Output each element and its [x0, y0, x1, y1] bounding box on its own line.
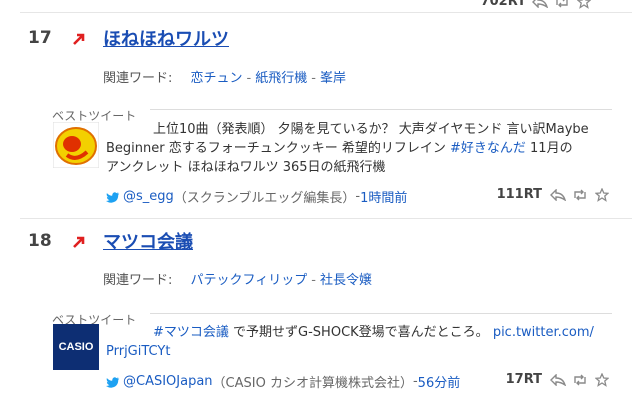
- retweet-count: 702RT: [480, 0, 526, 9]
- divider: [150, 313, 612, 314]
- hashtag-link[interactable]: #好きなんだ: [450, 141, 526, 156]
- tweet-text: アンクレット ほねほねワルツ 365日の紙飛行機: [106, 160, 386, 175]
- tweet-actions: 17RT: [506, 372, 610, 387]
- trend-title-link[interactable]: マツコ会議: [103, 228, 193, 254]
- reply-icon[interactable]: [550, 188, 566, 202]
- divider: [20, 218, 632, 219]
- casio-logo: CASIO: [58, 341, 94, 353]
- keyword-link[interactable]: 恋チュン: [191, 71, 243, 86]
- tweet-actions: 111RT: [497, 187, 610, 202]
- keyword-link[interactable]: 峯岸: [320, 71, 346, 86]
- rank-number: 18: [28, 231, 52, 251]
- favorite-icon[interactable]: [594, 372, 610, 387]
- reply-icon[interactable]: [550, 373, 566, 387]
- timestamp-link[interactable]: 1時間前: [360, 187, 407, 206]
- tweet-text: 上位10曲（発表順） 夕陽を見ているか？ 大声ダイヤモンド 言い訳Maybe: [153, 122, 589, 137]
- twitter-bird-icon: [106, 191, 120, 203]
- favorite-icon[interactable]: [576, 0, 592, 9]
- related-words: 関連ワード: パテックフィリップ - 社長令嬢: [103, 273, 372, 288]
- retweet-icon[interactable]: [554, 0, 570, 9]
- favorite-icon[interactable]: [594, 187, 610, 202]
- related-words-label: 関連ワード:: [103, 273, 173, 288]
- media-link[interactable]: PrrjGiTCYt: [106, 344, 170, 359]
- retweet-count: 17RT: [505, 372, 542, 387]
- keyword-link[interactable]: 社長令嬢: [320, 273, 372, 288]
- divider: [150, 109, 612, 110]
- rank-number: 17: [28, 28, 52, 48]
- user-link[interactable]: @s_egg: [123, 189, 174, 204]
- twitter-bird-icon: [106, 376, 120, 388]
- retweet-count: 111RT: [496, 187, 542, 202]
- timestamp-link[interactable]: 56分前: [418, 372, 461, 391]
- hashtag-link[interactable]: #マツコ会議: [153, 325, 229, 340]
- retweet-icon[interactable]: [572, 188, 588, 202]
- avatar[interactable]: CASIO: [53, 324, 99, 370]
- related-words: 関連ワード: 恋チュン - 紙飛行機 - 峯岸: [103, 71, 346, 86]
- reply-icon[interactable]: [532, 0, 548, 9]
- tweet-meta: @CASIOJapan （CASIO カシオ計算機株式会社） - 56分前: [106, 372, 460, 391]
- previous-entry-footer: 702RT: [481, 0, 592, 9]
- divider: [20, 12, 632, 13]
- avatar[interactable]: [53, 122, 99, 168]
- retweet-icon[interactable]: [572, 373, 588, 387]
- tweet-text: PrrjGiTCYt: [106, 342, 626, 361]
- keyword-link[interactable]: パテックフィリップ: [191, 273, 308, 288]
- user-display-name: （CASIO カシオ計算機株式会社）: [212, 376, 413, 391]
- trend-entry: 17 ほねほねワルツ 関連ワード: 恋チュン - 紙飛行機 - 峯岸 ベストツイート 上…: [0, 20, 640, 220]
- tweet-text: Beginner 恋するフォーチュンクッキー 希望的リフレイン #好きなんだ 1…: [106, 141, 573, 156]
- tweet-meta: @s_egg （スクランブルエッグ編集長） - 1時間前: [106, 187, 407, 206]
- tweet-text: #マツコ会議 で予期せずG-SHOCK登場で喜んだところ。 pic.twitte…: [153, 325, 594, 340]
- keyword-link[interactable]: 紙飛行機: [255, 71, 307, 86]
- trend-up-arrow-icon: [73, 236, 85, 248]
- user-display-name: （スクランブルエッグ編集長）: [173, 191, 356, 206]
- user-link[interactable]: @CASIOJapan: [123, 374, 213, 389]
- trend-entry: 18 マツコ会議 関連ワード: パテックフィリップ - 社長令嬢 ベストツイート C…: [0, 226, 640, 409]
- trend-title-link[interactable]: ほねほねワルツ: [103, 25, 229, 51]
- media-link[interactable]: pic.twitter.com/: [493, 325, 594, 340]
- trend-up-arrow-icon: [73, 33, 85, 45]
- related-words-label: 関連ワード:: [103, 71, 173, 86]
